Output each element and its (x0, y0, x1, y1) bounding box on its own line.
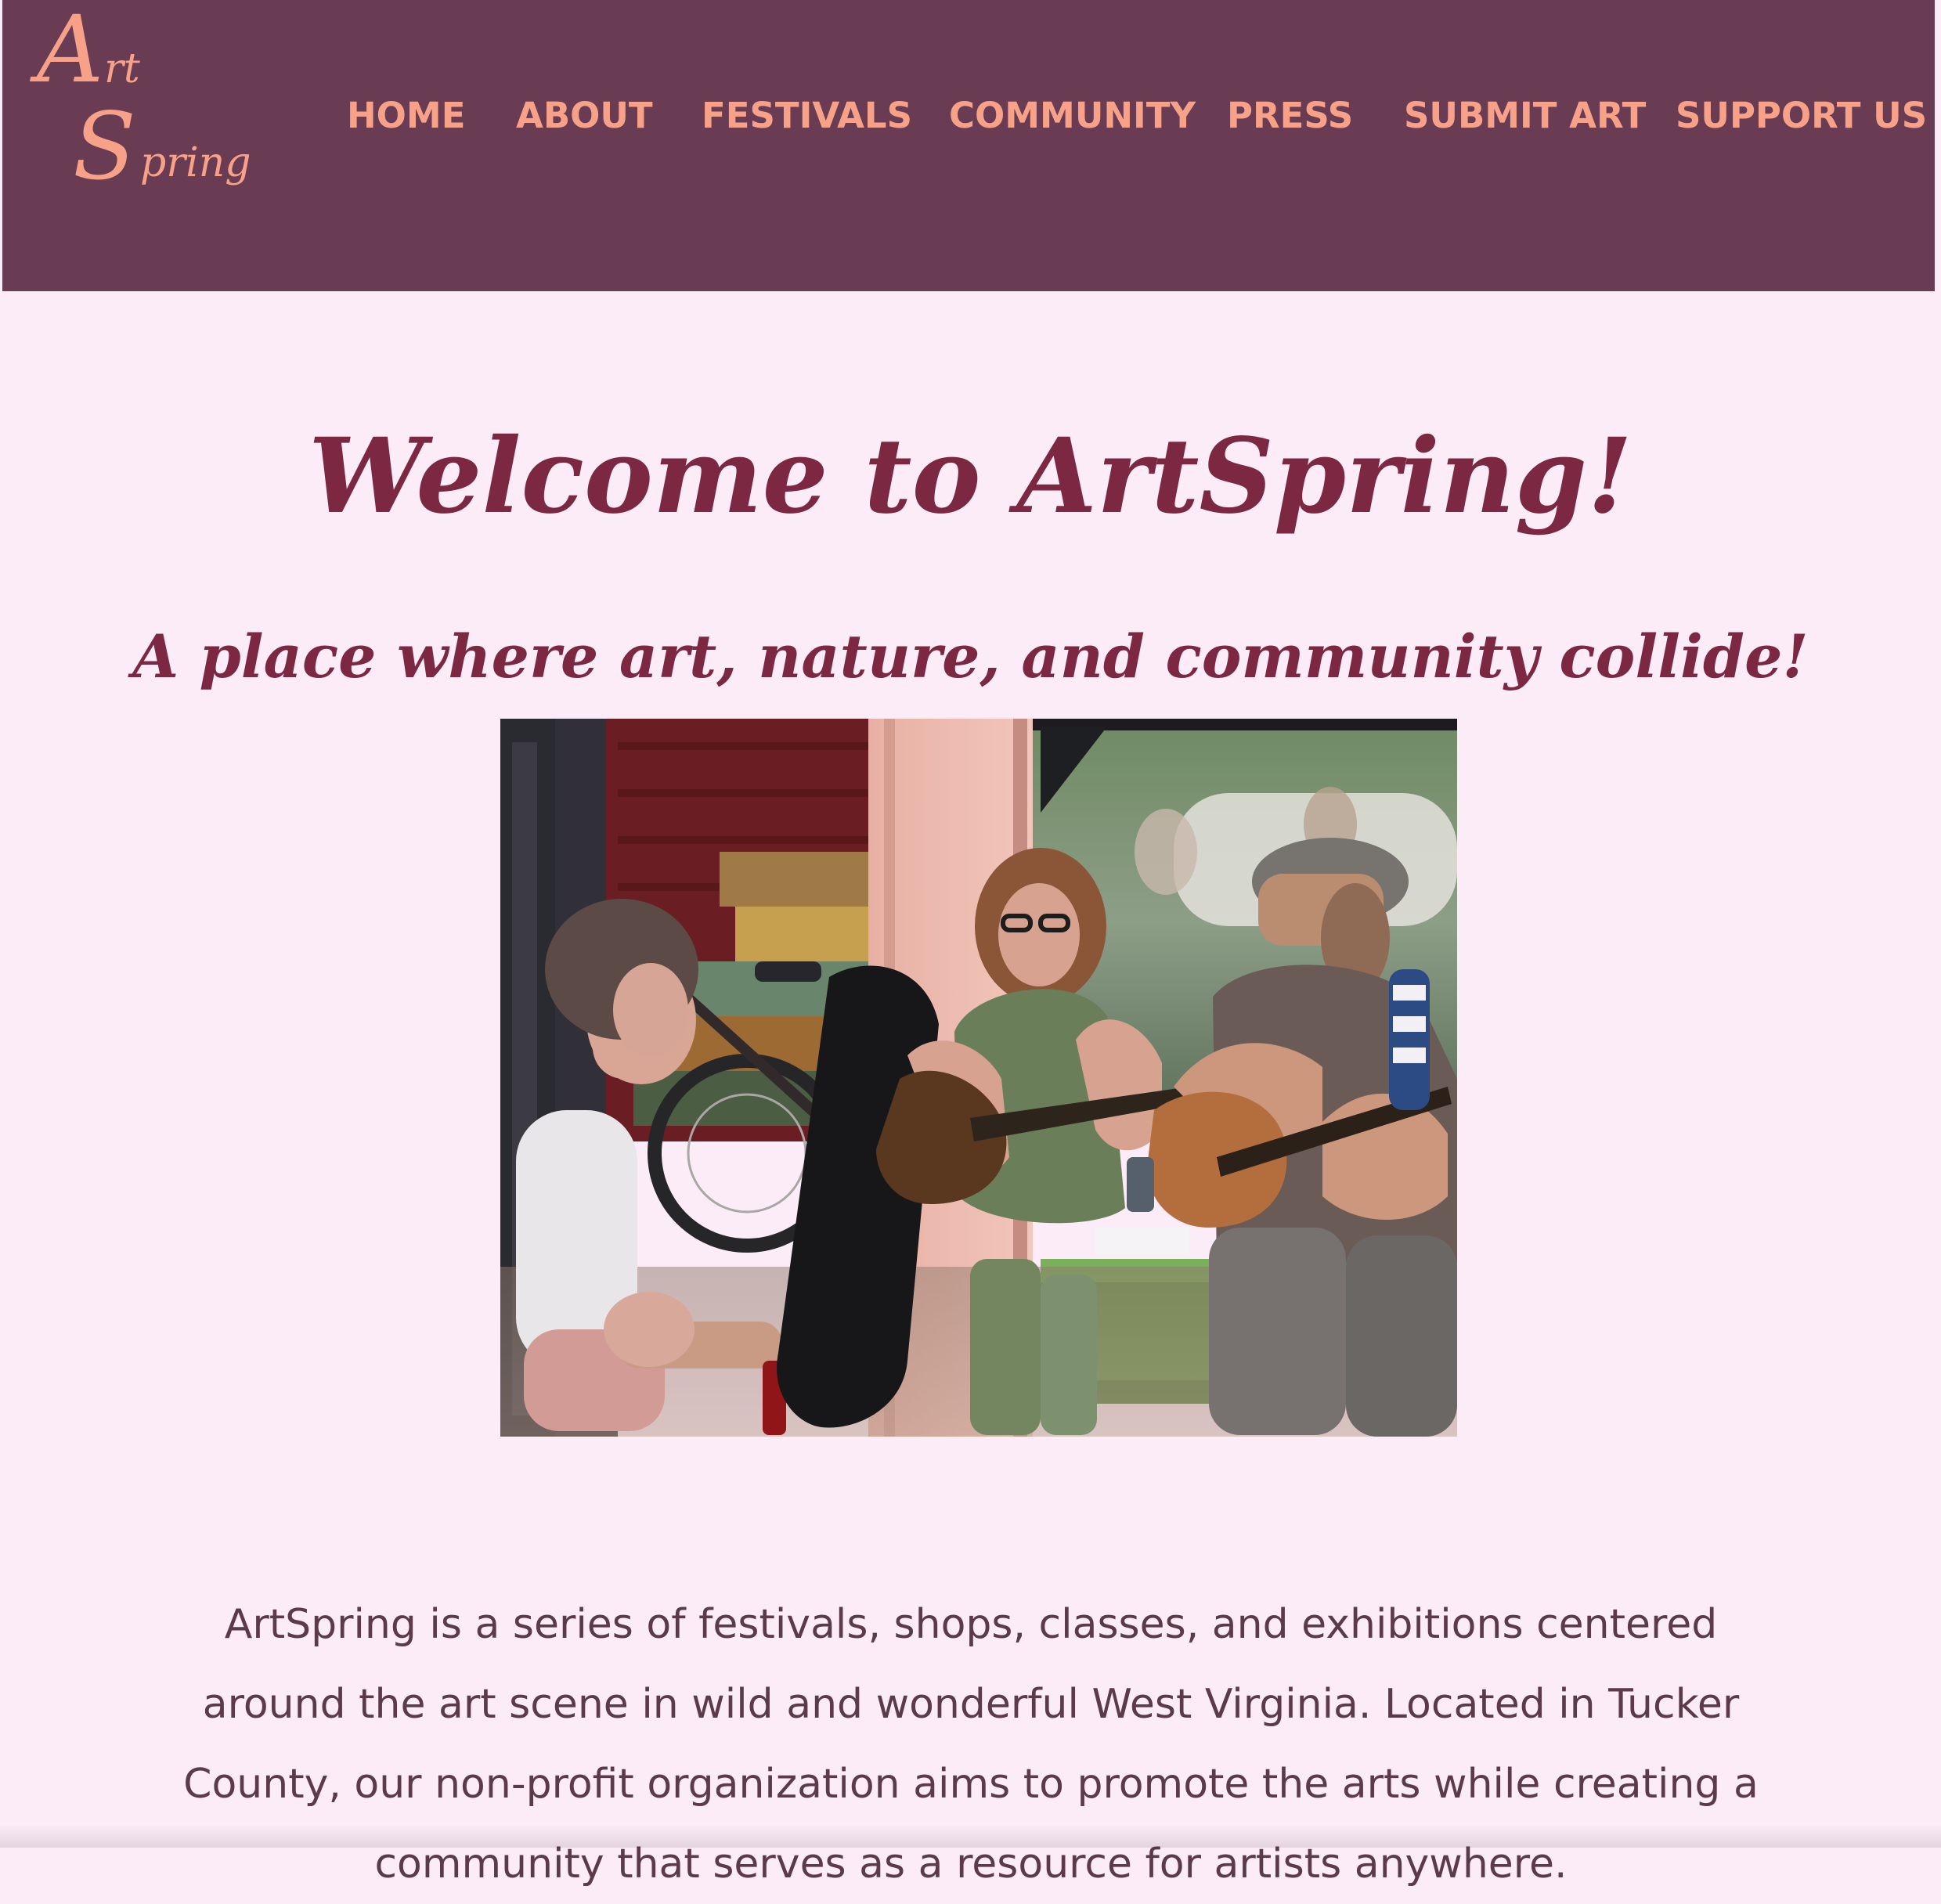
nav-community[interactable]: COMMUNITY (949, 92, 1196, 139)
nav-press[interactable]: PRESS (1227, 92, 1353, 139)
logo-letter-s: S (73, 92, 136, 200)
nav-home[interactable]: HOME (347, 92, 465, 139)
intro-paragraph: ArtSpring is a series of festivals, shop… (183, 1601, 1759, 1888)
site-header: A rt S pring HOME ABOUT FESTIVALS COMMUN… (2, 0, 1935, 291)
artspring-logo[interactable]: A rt S pring (32, 0, 251, 204)
page-subtitle: A place where art, nature, and community… (132, 622, 1809, 692)
nav-about[interactable]: ABOUT (516, 92, 653, 139)
nav-submit-art[interactable]: SUBMIT ART (1404, 92, 1646, 139)
logo-rt: rt (104, 45, 140, 92)
nav-support-us[interactable]: SUPPORT US (1676, 92, 1927, 139)
logo-letter-a: A (37, 0, 104, 103)
logo-pring: pring (140, 139, 251, 186)
page-title: Welcome to ArtSpring! (308, 416, 1633, 538)
nav-festivals[interactable]: FESTIVALS (702, 92, 912, 139)
hero-photo (500, 719, 1457, 1437)
